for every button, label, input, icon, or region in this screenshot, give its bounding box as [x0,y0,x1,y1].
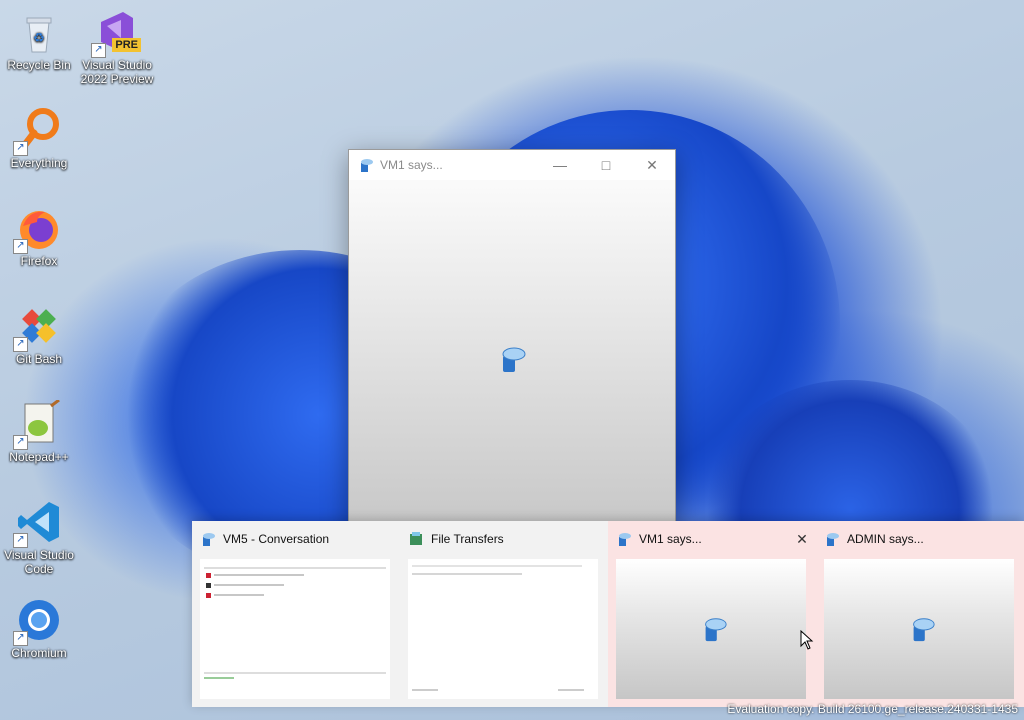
loading-messenger-icon [497,344,527,379]
preview-title: File Transfers [431,532,504,546]
desktop-icon-label: Everything [10,156,68,170]
preview-file-transfers[interactable]: File Transfers [400,521,608,707]
evaluation-watermark: Evaluation copy. Build 26100.ge_release.… [727,702,1018,716]
shortcut-arrow-icon: ↗ [91,43,106,58]
notepad-plus-plus-icon: ↗ [13,398,63,450]
shortcut-arrow-icon: ↗ [13,239,28,254]
desktop-icon-notepad-plus-plus[interactable]: ↗ Notepad++ [2,398,76,464]
taskbar-preview-strip: VM5 - Conversation File Transfers VM1 sa… [192,521,1024,707]
firefox-icon: ↗ [13,204,63,254]
minimize-button[interactable]: — [537,150,583,180]
mouse-cursor-icon [800,629,814,655]
window-title: VM1 says... [380,158,443,172]
recycle-bin-icon: ♻ [15,8,63,56]
messenger-app-icon [616,531,632,547]
desktop-icon-chromium[interactable]: ↗ Chromium [2,596,76,660]
desktop-icon-label: Recycle Bin [7,58,71,72]
desktop-icon-label: Firefox [20,254,58,268]
preview-title: VM1 says... [639,532,702,546]
preview-title: VM5 - Conversation [223,532,330,546]
preview-vm5-conversation[interactable]: VM5 - Conversation [192,521,400,707]
preview-vm1-says[interactable]: VM1 says... ✕ [608,521,816,707]
window-titlebar[interactable]: VM1 says... — □ ✕ [349,150,675,180]
desktop-icon-label: Chromium [11,646,67,660]
file-transfer-icon [408,531,424,547]
desktop-icon-everything[interactable]: ↗ Everything [2,106,76,170]
shortcut-arrow-icon: ↗ [13,533,28,548]
loading-messenger-icon [908,615,936,648]
git-bash-icon: ↗ [13,302,63,352]
vm1-preview-image [616,559,806,699]
preview-badge: PRE [112,38,141,52]
desktop-icon-git-bash[interactable]: ↗ Git Bash [2,302,76,366]
close-button[interactable]: ✕ [629,150,675,180]
preview-admin-says[interactable]: ADMIN says... [816,521,1024,707]
message-window[interactable]: VM1 says... — □ ✕ [348,149,676,531]
shortcut-arrow-icon: ↗ [13,631,28,646]
file-transfers-preview-image [408,559,598,699]
preview-close-button[interactable]: ✕ [788,531,816,548]
desktop-icon-vscode[interactable]: ↗ Visual Studio Code [2,498,76,576]
desktop-icon-firefox[interactable]: ↗ Firefox [2,204,76,268]
vscode-icon: ↗ [13,498,63,548]
desktop-icon-label: Notepad++ [9,450,69,464]
shortcut-arrow-icon: ↗ [13,435,28,450]
svg-text:♻: ♻ [33,31,45,46]
maximize-button[interactable]: □ [583,150,629,180]
desktop-icon-label: Git Bash [15,352,63,366]
chromium-icon: ↗ [13,596,63,646]
desktop-icon-recycle-bin[interactable]: ♻ Recycle Bin [2,8,76,72]
shortcut-arrow-icon: ↗ [13,337,28,352]
everything-search-icon: ↗ [13,106,63,156]
visual-studio-preview-icon: PRE ↗ [91,8,141,58]
desktop-icon-visual-studio-preview[interactable]: PRE ↗ Visual Studio 2022 Preview [80,8,154,86]
desktop-icon-label: Visual Studio 2022 Preview [80,58,154,86]
admin-preview-image [824,559,1014,699]
messenger-app-icon [200,531,216,547]
messenger-app-icon [358,157,374,173]
desktop-icon-label: Visual Studio Code [4,548,74,576]
preview-title: ADMIN says... [847,532,924,546]
loading-messenger-icon [700,615,728,648]
shortcut-arrow-icon: ↗ [13,141,28,156]
conversation-preview-image [200,559,390,699]
messenger-app-icon [824,531,840,547]
